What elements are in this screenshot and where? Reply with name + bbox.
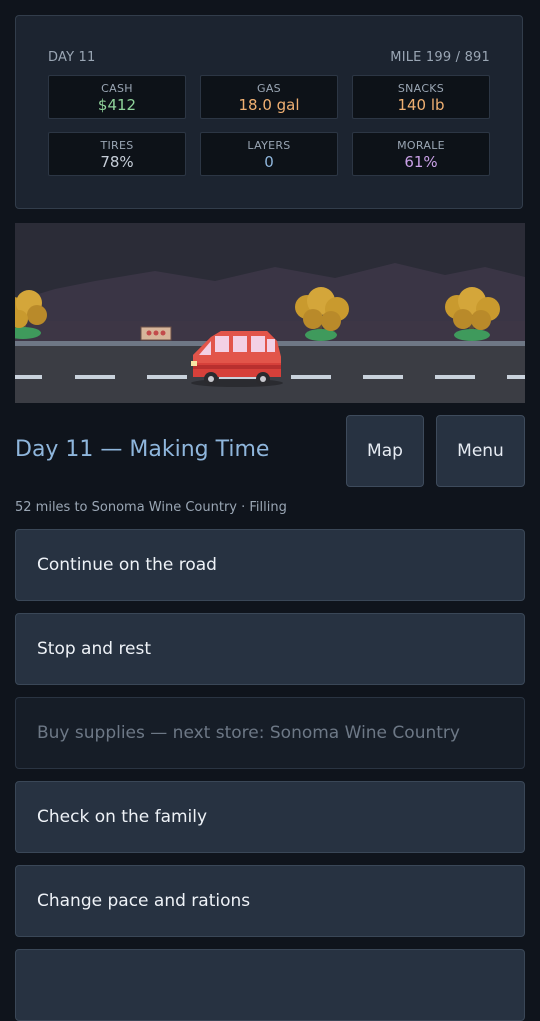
stat-gas: GAS 18.0 gal (200, 75, 338, 119)
mile-counter: MILE 199 / 891 (390, 50, 490, 65)
stat-label: MORALE (397, 139, 445, 152)
road-scene-illustration (15, 223, 525, 403)
status-header: DAY 11 MILE 199 / 891 (48, 50, 490, 65)
stat-morale: MORALE 61% (352, 132, 490, 176)
action-check-family-button[interactable]: Check on the family (15, 781, 525, 853)
stat-value: 18.0 gal (238, 96, 300, 114)
page-title: Day 11 — Making Time (15, 437, 270, 462)
roadside-sign (140, 326, 172, 341)
stat-cash: CASH $412 (48, 75, 186, 119)
map-button[interactable]: Map (346, 415, 424, 487)
stat-layers: LAYERS 0 (200, 132, 338, 176)
road-scene (15, 223, 525, 403)
stat-tires: TIRES 78% (48, 132, 186, 176)
stat-value: 0 (264, 153, 274, 171)
stat-value: 78% (100, 153, 134, 171)
stat-value: 61% (404, 153, 438, 171)
stat-snacks: SNACKS 140 lb (352, 75, 490, 119)
action-rest-button[interactable]: Stop and rest (15, 613, 525, 685)
day-counter: DAY 11 (48, 50, 96, 65)
status-panel: DAY 11 MILE 199 / 891 CASH $412 GAS 18.0… (15, 15, 523, 209)
stat-value: $412 (97, 96, 137, 114)
stat-label: GAS (257, 82, 281, 95)
action-continue-button[interactable]: Continue on the road (15, 529, 525, 601)
trip-status: 52 miles to Sonoma Wine Country · Fillin… (15, 500, 287, 515)
stat-label: TIRES (100, 139, 134, 152)
action-change-pace-button[interactable]: Change pace and rations (15, 865, 525, 937)
stat-label: CASH (101, 82, 133, 95)
stat-label: SNACKS (397, 82, 445, 95)
stat-value: 140 lb (397, 96, 445, 114)
menu-button[interactable]: Menu (436, 415, 525, 487)
stat-label: LAYERS (247, 139, 291, 152)
action-buy-supplies-button[interactable]: Buy supplies — next store: Sonoma Wine C… (15, 697, 525, 769)
